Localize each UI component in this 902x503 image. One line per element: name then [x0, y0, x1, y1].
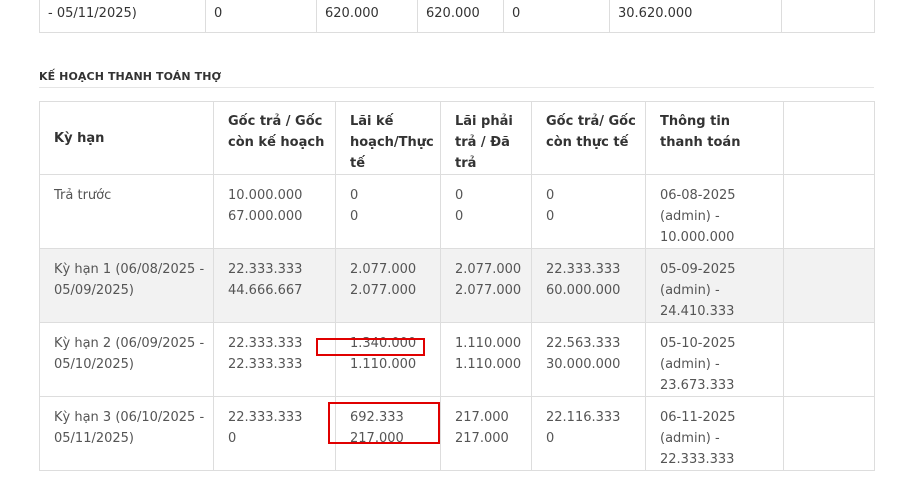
cell-ky-han: Kỳ hạn 3 (06/10/2025 - 05/11/2025) — [39, 396, 214, 471]
cell-ky-han: Trả trước — [39, 174, 214, 249]
value: 217.000 — [350, 431, 404, 446]
value: 2.077.000 — [455, 283, 522, 298]
value: 2.077.000 — [350, 283, 417, 298]
value: 1.110.000 — [455, 357, 522, 372]
cell-lai-plan: 1.340.000 1.110.000 — [335, 322, 441, 397]
table-cell — [781, 0, 875, 33]
cell-extra — [783, 396, 875, 471]
payment-plan-table: Kỳ hạn Gốc trả / Gốc còn kế hoạch Lãi kế… — [39, 101, 875, 471]
value: 692.333 — [350, 410, 404, 425]
cell-lai-plan: 0 0 — [335, 174, 441, 249]
cell-extra — [783, 174, 875, 249]
value: 1.340.000 — [350, 336, 417, 351]
header-extra — [783, 101, 875, 175]
cell-lai-plan: 692.333 217.000 — [335, 396, 441, 471]
value: 44.666.667 — [228, 283, 303, 298]
cell-info: 06-11-2025 (admin) - 22.333.333 — [645, 396, 784, 471]
cell-goc-actual: 22.333.333 60.000.000 — [531, 248, 646, 323]
value: 0 — [546, 431, 555, 446]
value: 22.333.333 — [228, 336, 303, 351]
table-cell: 30.620.000 — [609, 0, 782, 33]
value: 0 — [546, 209, 555, 224]
table-row: Kỳ hạn 1 (06/08/2025 - 05/09/2025) 22.33… — [39, 248, 875, 323]
table-row: Kỳ hạn 2 (06/09/2025 - 05/10/2025) 22.33… — [39, 322, 875, 397]
cell-extra — [783, 248, 875, 323]
cell-info: 05-09-2025 (admin) - 24.410.333 — [645, 248, 784, 323]
cell-goc-plan: 22.333.333 44.666.667 — [213, 248, 336, 323]
table-row: - 05/11/2025) 0 620.000 620.000 0 30.620… — [39, 0, 875, 33]
cell-lai-pay: 1.110.000 1.110.000 — [440, 322, 532, 397]
table-header-row: Kỳ hạn Gốc trả / Gốc còn kế hoạch Lãi kế… — [39, 101, 875, 175]
cell-info: 05-10-2025 (admin) - 23.673.333 — [645, 322, 784, 397]
value: 0 — [546, 188, 555, 203]
value: 22.333.333 — [228, 357, 303, 372]
cell-goc-actual: 22.116.333 0 — [531, 396, 646, 471]
cell-goc-plan: 22.333.333 22.333.333 — [213, 322, 336, 397]
header-thong-tin: Thông tin thanh toán — [645, 101, 784, 175]
cell-goc-actual: 0 0 — [531, 174, 646, 249]
cell-extra — [783, 322, 875, 397]
table-cell: 620.000 — [316, 0, 418, 33]
table-cell: - 05/11/2025) — [39, 0, 206, 33]
table-cell: 620.000 — [417, 0, 504, 33]
cell-ky-han: Kỳ hạn 2 (06/09/2025 - 05/10/2025) — [39, 322, 214, 397]
section-title: KẾ HOẠCH THANH TOÁN THỢ — [39, 70, 874, 88]
value: 67.000.000 — [228, 209, 303, 224]
header-goc-tra-thuc-te: Gốc trả/ Gốc còn thực tế — [531, 101, 646, 175]
value: 30.000.000 — [546, 357, 621, 372]
cell-lai-plan: 2.077.000 2.077.000 — [335, 248, 441, 323]
value: 1.110.000 — [455, 336, 522, 351]
value: 22.333.333 — [546, 262, 621, 277]
header-ky-han: Kỳ hạn — [39, 101, 214, 175]
cell-info: 06-08-2025 (admin) - 10.000.000 — [645, 174, 784, 249]
table-cell: 0 — [205, 0, 317, 33]
table-cell: 0 — [503, 0, 610, 33]
value: 0 — [350, 209, 359, 224]
header-lai-phai-tra: Lãi phải trả / Đã trả — [440, 101, 532, 175]
table-row: Trả trước 10.000.000 67.000.000 0 0 0 0 … — [39, 174, 875, 249]
value: 10.000.000 — [228, 188, 303, 203]
value: 2.077.000 — [455, 262, 522, 277]
cell-goc-plan: 10.000.000 67.000.000 — [213, 174, 336, 249]
value: 22.333.333 — [228, 410, 303, 425]
header-goc-tra-goc-con: Gốc trả / Gốc còn kế hoạch — [213, 101, 336, 175]
cell-goc-plan: 22.333.333 0 — [213, 396, 336, 471]
previous-table: - 05/11/2025) 0 620.000 620.000 0 30.620… — [39, 0, 875, 33]
value: 60.000.000 — [546, 283, 621, 298]
value: 217.000 — [455, 431, 509, 446]
value: 0 — [350, 188, 359, 203]
header-lai-ke-hoach: Lãi kế hoạch/Thực tế — [335, 101, 441, 175]
value: 22.563.333 — [546, 336, 621, 351]
cell-lai-pay: 217.000 217.000 — [440, 396, 532, 471]
cell-lai-pay: 0 0 — [440, 174, 532, 249]
value: 2.077.000 — [350, 262, 417, 277]
table-row: Kỳ hạn 3 (06/10/2025 - 05/11/2025) 22.33… — [39, 396, 875, 471]
value: 22.116.333 — [546, 410, 621, 425]
value: 1.110.000 — [350, 357, 417, 372]
cell-ky-han: Kỳ hạn 1 (06/08/2025 - 05/09/2025) — [39, 248, 214, 323]
value: 217.000 — [455, 410, 509, 425]
value: 0 — [455, 209, 464, 224]
value: 0 — [455, 188, 464, 203]
value: 0 — [228, 431, 237, 446]
value: 22.333.333 — [228, 262, 303, 277]
cell-lai-pay: 2.077.000 2.077.000 — [440, 248, 532, 323]
cell-goc-actual: 22.563.333 30.000.000 — [531, 322, 646, 397]
